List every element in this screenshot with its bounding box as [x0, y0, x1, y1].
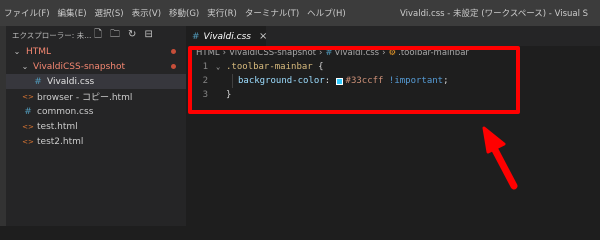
tree-item-label: VivaldiCSS-snapshot [33, 61, 126, 72]
html-file-icon: <> [22, 122, 34, 131]
css-file-icon: # [192, 31, 200, 42]
new-folder-icon[interactable]: 🗀 [110, 30, 120, 40]
annotation-arrow-icon [482, 126, 518, 190]
tab-vivaldi-css[interactable]: # Vivaldi.css × [186, 26, 267, 46]
tree-file-browser-copy-html[interactable]: <> browser - コピー.html [6, 89, 186, 104]
tab-bar: # Vivaldi.css × [186, 26, 600, 46]
menu-help[interactable]: ヘルプ(H) [307, 7, 346, 19]
tree-item-label: browser - コピー.html [37, 93, 133, 103]
menu-edit[interactable]: 編集(E) [58, 7, 87, 19]
explorer-sidebar: エクスプローラー: 未... 🗋 🗀 ↻ ⊟ ⌄ HTML ⌄ VivaldiC… [6, 26, 186, 226]
modified-dot-icon [171, 49, 176, 54]
tree-folder-html[interactable]: ⌄ HTML [6, 44, 186, 59]
tree-file-test-html[interactable]: <> test.html [6, 119, 186, 134]
new-file-icon[interactable]: 🗋 [94, 30, 102, 40]
chevron-down-icon: ⌄ [21, 62, 29, 71]
title-bar: ファイル(F) 編集(E) 選択(S) 表示(V) 移動(G) 実行(R) ター… [0, 0, 600, 26]
refresh-icon[interactable]: ↻ [128, 30, 136, 40]
tree-file-vivaldi-css[interactable]: # Vivaldi.css [6, 74, 186, 89]
chevron-down-icon: ⌄ [13, 47, 21, 56]
window-title: Vivaldi.css - 未設定 (ワークスペース) - Visual S [400, 9, 589, 19]
tree-item-label: test.html [37, 121, 78, 132]
html-file-icon: <> [22, 92, 34, 101]
css-file-icon: # [24, 106, 32, 117]
modified-dot-icon [171, 64, 176, 69]
menu-file[interactable]: ファイル(F) [4, 7, 50, 19]
explorer-header: エクスプローラー: 未... 🗋 🗀 ↻ ⊟ [6, 26, 186, 44]
collapse-all-icon[interactable]: ⊟ [144, 30, 152, 40]
menu-terminal[interactable]: ターミナル(T) [245, 7, 299, 19]
tree-item-label: common.css [37, 106, 94, 117]
tree-item-label: Vivaldi.css [47, 76, 95, 87]
annotation-highlight-box [188, 46, 520, 114]
html-file-icon: <> [22, 137, 34, 146]
tree-item-label: HTML [26, 46, 52, 57]
close-icon[interactable]: × [259, 31, 267, 42]
tree-item-label: test2.html [37, 136, 84, 147]
explorer-title: エクスプローラー: 未... [12, 30, 92, 40]
menu-selection[interactable]: 選択(S) [95, 7, 124, 19]
tree-file-test2-html[interactable]: <> test2.html [6, 134, 186, 149]
menu-run[interactable]: 実行(R) [207, 7, 237, 19]
tab-label: Vivaldi.css [203, 31, 251, 42]
css-file-icon: # [34, 76, 42, 87]
explorer-toolbar: 🗋 🗀 ↻ ⊟ [94, 30, 153, 40]
tree-file-common-css[interactable]: # common.css [6, 104, 186, 119]
menu-view[interactable]: 表示(V) [132, 7, 161, 19]
menu-go[interactable]: 移動(G) [169, 7, 199, 19]
tree-folder-vivaldicss-snapshot[interactable]: ⌄ VivaldiCSS-snapshot [6, 59, 186, 74]
menu-bar: ファイル(F) 編集(E) 選択(S) 表示(V) 移動(G) 実行(R) ター… [0, 7, 354, 19]
